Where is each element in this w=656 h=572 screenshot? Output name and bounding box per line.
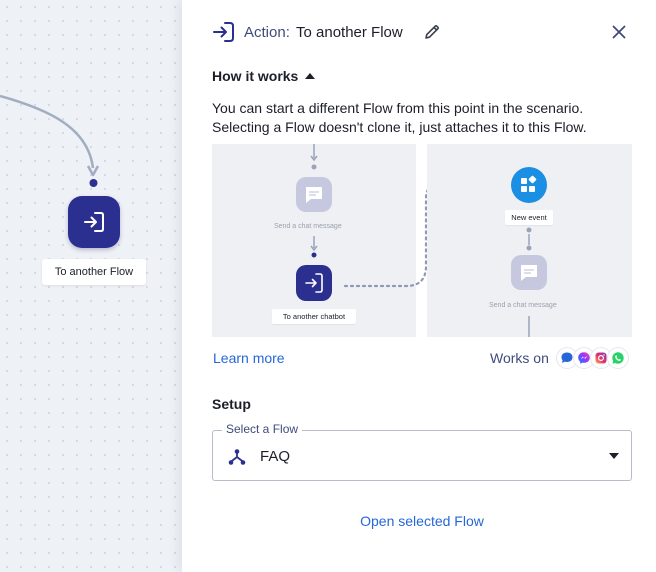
- close-icon[interactable]: [610, 23, 628, 41]
- illustration-tag-chatbot: To another chatbot: [272, 309, 356, 324]
- illustration-label-send-chat: Send a chat message: [274, 223, 342, 230]
- learn-more-link[interactable]: Learn more: [213, 350, 285, 366]
- how-it-works-label: How it works: [212, 68, 299, 84]
- action-title: To another Flow: [296, 24, 403, 41]
- enter-flow-icon: [84, 212, 104, 232]
- enter-flow-icon: [213, 22, 234, 42]
- illustration-label-send-chat: Send a chat message: [489, 302, 557, 309]
- node-input-port: [89, 179, 98, 187]
- to-another-flow-node[interactable]: [68, 196, 120, 248]
- connection-edge: [0, 94, 100, 187]
- select-flow-label: Select a Flow: [222, 422, 303, 436]
- illustration-right: New event Send a chat message: [427, 144, 632, 337]
- flow-branch-icon: [228, 449, 246, 465]
- panel-header: Action: To another Flow: [182, 0, 656, 64]
- selected-flow-value: FAQ: [260, 448, 291, 465]
- pencil-icon[interactable]: [423, 23, 441, 41]
- setup-section-title: Setup: [212, 396, 251, 412]
- action-side-panel: Action: To another Flow How it works You…: [182, 0, 656, 572]
- open-selected-flow-link[interactable]: Open selected Flow: [182, 513, 656, 529]
- flow-canvas[interactable]: To another Flow: [0, 0, 182, 572]
- select-flow-dropdown[interactable]: FAQ: [212, 430, 632, 481]
- node-label: To another Flow: [42, 259, 146, 285]
- channel-icons: [557, 348, 629, 370]
- dropdown-arrow-icon: [609, 453, 619, 459]
- caret-up-icon: [305, 73, 316, 79]
- whatsapp-icon: [608, 348, 628, 368]
- how-it-works-description: You can start a different Flow from this…: [212, 100, 587, 135]
- works-on-label: Works on: [490, 350, 549, 366]
- how-it-works-toggle[interactable]: How it works: [212, 67, 316, 85]
- action-prefix: Action:: [244, 24, 290, 41]
- illustration-tag-new-event: New event: [505, 210, 553, 225]
